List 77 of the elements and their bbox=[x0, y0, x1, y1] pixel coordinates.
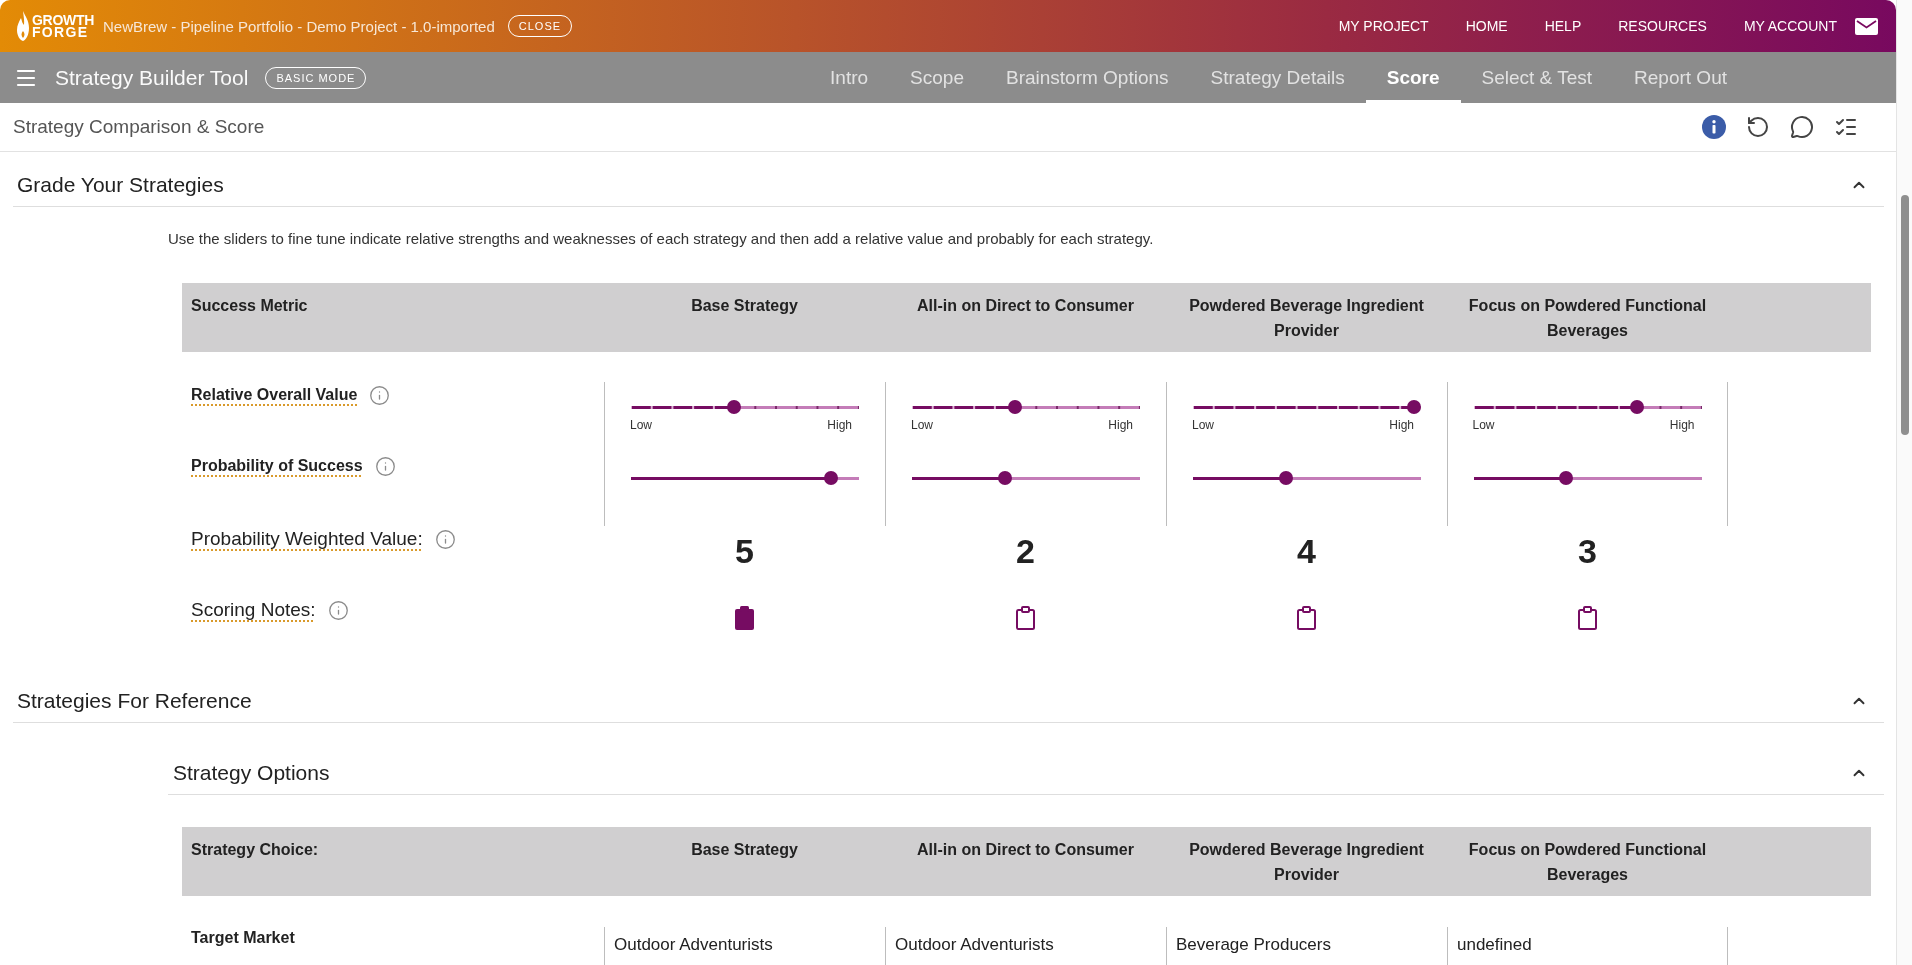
mail-icon[interactable] bbox=[1855, 17, 1878, 35]
metric-label: Probability of Success bbox=[191, 456, 363, 476]
slider-thumb[interactable] bbox=[823, 471, 838, 485]
clipboard-icon[interactable] bbox=[1578, 606, 1597, 630]
nav-tab[interactable]: Brainstorm Options bbox=[984, 52, 1190, 103]
column-header: Focus on Powdered Functional Beverages bbox=[1467, 840, 1708, 885]
column-header: All-in on Direct to Consumer bbox=[916, 296, 1135, 316]
metric-label: Relative Overall Value bbox=[191, 385, 358, 405]
score-value: 2 bbox=[1016, 531, 1035, 571]
section-header[interactable]: Strategy Options bbox=[168, 751, 1884, 795]
clipboard-icon[interactable] bbox=[1016, 606, 1035, 630]
scale-max-label: High bbox=[1669, 418, 1695, 432]
slider-thumb[interactable] bbox=[1278, 471, 1293, 485]
column-header: Base Strategy bbox=[690, 840, 799, 860]
info-icon[interactable] bbox=[374, 455, 396, 477]
info-icon[interactable] bbox=[369, 384, 391, 406]
scale-min-label: Low bbox=[911, 418, 933, 432]
nav-tab[interactable]: Score bbox=[1365, 52, 1461, 103]
column-header: Strategy Choice: bbox=[190, 840, 320, 860]
row-label: Target Market bbox=[191, 928, 295, 948]
slider-thumb[interactable] bbox=[997, 471, 1012, 485]
scale-min-label: Low bbox=[1472, 418, 1495, 432]
column-header: Focus on Powdered Functional Beverages bbox=[1467, 296, 1708, 341]
project-title: NewBrew - Pipeline Portfolio - Demo Project - 1.0-imported bbox=[102, 17, 495, 35]
score-value: 4 bbox=[1297, 531, 1316, 571]
metric-label: Probability Weighted Value: bbox=[191, 528, 423, 550]
column-header: Powdered Beverage Ingredient Provider bbox=[1188, 840, 1425, 885]
scrollbar-thumb[interactable] bbox=[1900, 195, 1909, 435]
slider-thumb[interactable] bbox=[1559, 471, 1574, 485]
clipboard-icon[interactable] bbox=[1297, 606, 1316, 630]
slider-thumb[interactable] bbox=[727, 400, 742, 414]
scale-max-label: High bbox=[827, 418, 852, 432]
flame-icon bbox=[16, 11, 30, 41]
column-header: Powdered Beverage Ingredient Provider bbox=[1188, 296, 1425, 341]
metric-label: Scoring Notes: bbox=[191, 599, 316, 621]
scale-max-label: High bbox=[1108, 418, 1133, 432]
table-cell: Outdoor Adventurists bbox=[614, 935, 773, 954]
logo-text: FORGE bbox=[32, 26, 89, 38]
scale-min-label: Low bbox=[630, 418, 652, 432]
section-title: Strategy Options bbox=[173, 760, 330, 785]
table-cell: undefined bbox=[1457, 935, 1532, 954]
nav-tab[interactable]: Report Out bbox=[1613, 52, 1748, 103]
column-header: Success Metric bbox=[190, 296, 309, 316]
nav-tab[interactable]: Strategy Details bbox=[1189, 52, 1366, 103]
nav-link[interactable]: MY ACCOUNT bbox=[1743, 18, 1837, 34]
section-header[interactable]: Grade Your Strategies bbox=[13, 163, 1884, 207]
info-icon[interactable] bbox=[1702, 115, 1726, 139]
slider-thumb[interactable] bbox=[1629, 400, 1644, 414]
score-value: 3 bbox=[1578, 531, 1597, 571]
nav-tab[interactable]: Scope bbox=[889, 52, 985, 103]
nav-link[interactable]: HOME bbox=[1465, 18, 1508, 34]
column-header: Base Strategy bbox=[690, 296, 799, 316]
instructions-text: Use the sliders to fine tune indicate relative strengths and weaknesses of each strategy and then add a relative value and probably for each strategy. bbox=[168, 229, 1155, 249]
undo-icon[interactable] bbox=[1746, 115, 1770, 139]
logo-text: GROWTH bbox=[32, 14, 94, 26]
comment-icon[interactable] bbox=[1790, 115, 1814, 139]
page-title: Strategy Comparison & Score bbox=[13, 116, 265, 138]
nav-link[interactable]: RESOURCES bbox=[1618, 18, 1707, 34]
scale-max-label: High bbox=[1389, 418, 1414, 432]
clipboard-icon[interactable] bbox=[735, 606, 754, 630]
slider-thumb[interactable] bbox=[1407, 400, 1421, 414]
section-title: Strategies For Reference bbox=[17, 688, 252, 713]
nav-link[interactable]: HELP bbox=[1544, 18, 1582, 34]
column-header: All-in on Direct to Consumer bbox=[916, 840, 1135, 860]
table-cell: Outdoor Adventurists bbox=[895, 935, 1054, 954]
nav-link[interactable]: MY PROJECT bbox=[1338, 18, 1429, 34]
section-header[interactable]: Strategies For Reference bbox=[13, 679, 1884, 723]
table-cell: Beverage Producers bbox=[1176, 935, 1331, 954]
info-icon[interactable] bbox=[327, 599, 349, 621]
nav-tab[interactable]: Select & Test bbox=[1460, 52, 1614, 103]
slider-thumb[interactable] bbox=[1008, 400, 1023, 414]
tool-title: Strategy Builder Tool bbox=[55, 65, 249, 90]
score-value: 5 bbox=[735, 531, 754, 571]
nav-tab[interactable]: Intro bbox=[809, 52, 890, 103]
info-icon[interactable] bbox=[434, 528, 456, 550]
section-title: Grade Your Strategies bbox=[17, 172, 224, 197]
scale-min-label: Low bbox=[1192, 418, 1214, 432]
